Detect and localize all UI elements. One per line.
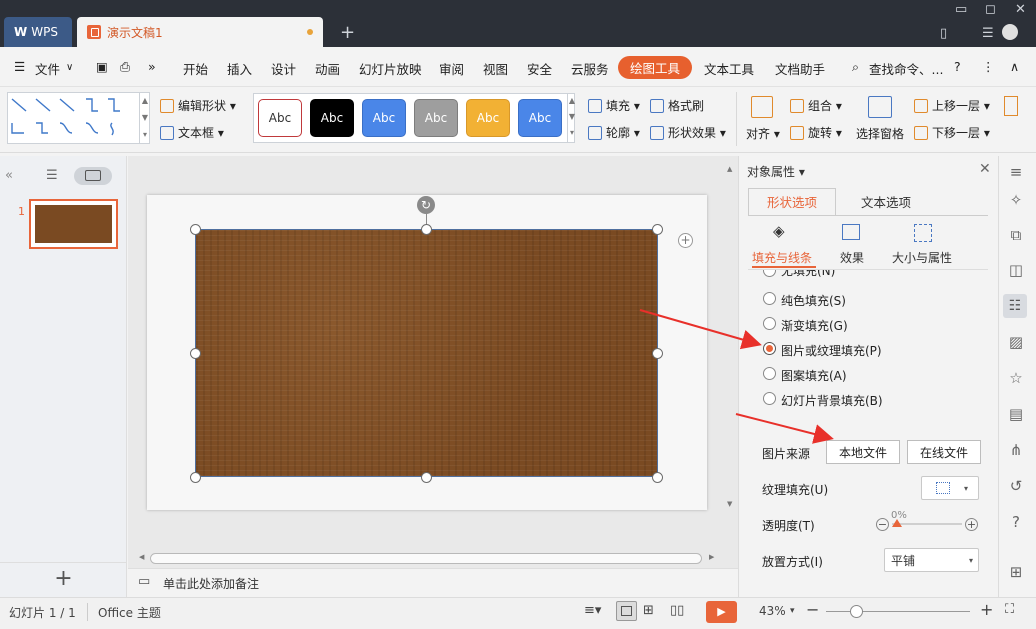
box-icon[interactable]: ▤ — [1006, 404, 1026, 424]
reading-view-icon[interactable]: ▯▯ — [670, 603, 684, 618]
play-slideshow-button[interactable]: ▶ — [706, 601, 737, 623]
collapse-toolbar-icon[interactable]: ≡ — [1006, 162, 1026, 182]
star-icon[interactable]: ☆ — [1006, 368, 1026, 388]
zoom-level[interactable]: 43% — [759, 604, 786, 618]
sliders-icon: ☷ — [1008, 298, 1022, 314]
zoom-in-icon[interactable]: + — [980, 600, 993, 619]
copy-shape-icon[interactable]: ⧉ — [1006, 225, 1026, 245]
annotation-arrows — [639, 309, 834, 444]
slide-sorter-icon[interactable]: ⊞ — [643, 603, 654, 618]
shape-style-sample-5[interactable]: Abc — [466, 99, 510, 137]
history-icon[interactable]: ↺ — [1006, 476, 1026, 496]
help-circle-icon[interactable]: ? — [1006, 512, 1026, 532]
picture-icon[interactable]: ▨ — [1006, 332, 1026, 352]
notes-toggle-icon[interactable]: ≡▾ — [584, 603, 601, 618]
share-icon[interactable]: ⋔ — [1006, 440, 1026, 460]
property-icon-active[interactable]: ☷ — [1003, 294, 1027, 318]
shape-style-sample-1[interactable]: Abc — [258, 99, 302, 137]
normal-view-icon — [621, 606, 632, 616]
shape-style-sample-2[interactable]: Abc — [310, 99, 354, 137]
arrow-to-local-file — [735, 413, 834, 444]
style-icon[interactable]: ✧ — [1006, 190, 1026, 210]
zoom-slider-thumb[interactable] — [850, 605, 863, 618]
zoom-slider[interactable] — [826, 611, 970, 612]
slide-counter: 幻灯片 1 / 1 — [9, 606, 76, 620]
arrow-to-picture-fill — [639, 309, 762, 350]
theme-name: Office 主题 — [98, 606, 161, 620]
zoom-out-icon[interactable]: − — [806, 600, 819, 619]
shape-style-sample-4[interactable]: Abc — [414, 99, 458, 137]
shape-style-sample-6[interactable]: Abc — [518, 99, 562, 137]
fit-window-icon[interactable]: ⛶ — [1005, 602, 1014, 617]
normal-view-button[interactable] — [616, 601, 637, 621]
zoom-chevron-icon[interactable]: ▾ — [790, 606, 795, 616]
shape-style-sample-3[interactable]: Abc — [362, 99, 406, 137]
status-divider — [87, 603, 88, 621]
shape-icon[interactable]: ◫ — [1006, 260, 1026, 280]
apps-grid-icon[interactable]: ⊞ — [1006, 562, 1026, 582]
